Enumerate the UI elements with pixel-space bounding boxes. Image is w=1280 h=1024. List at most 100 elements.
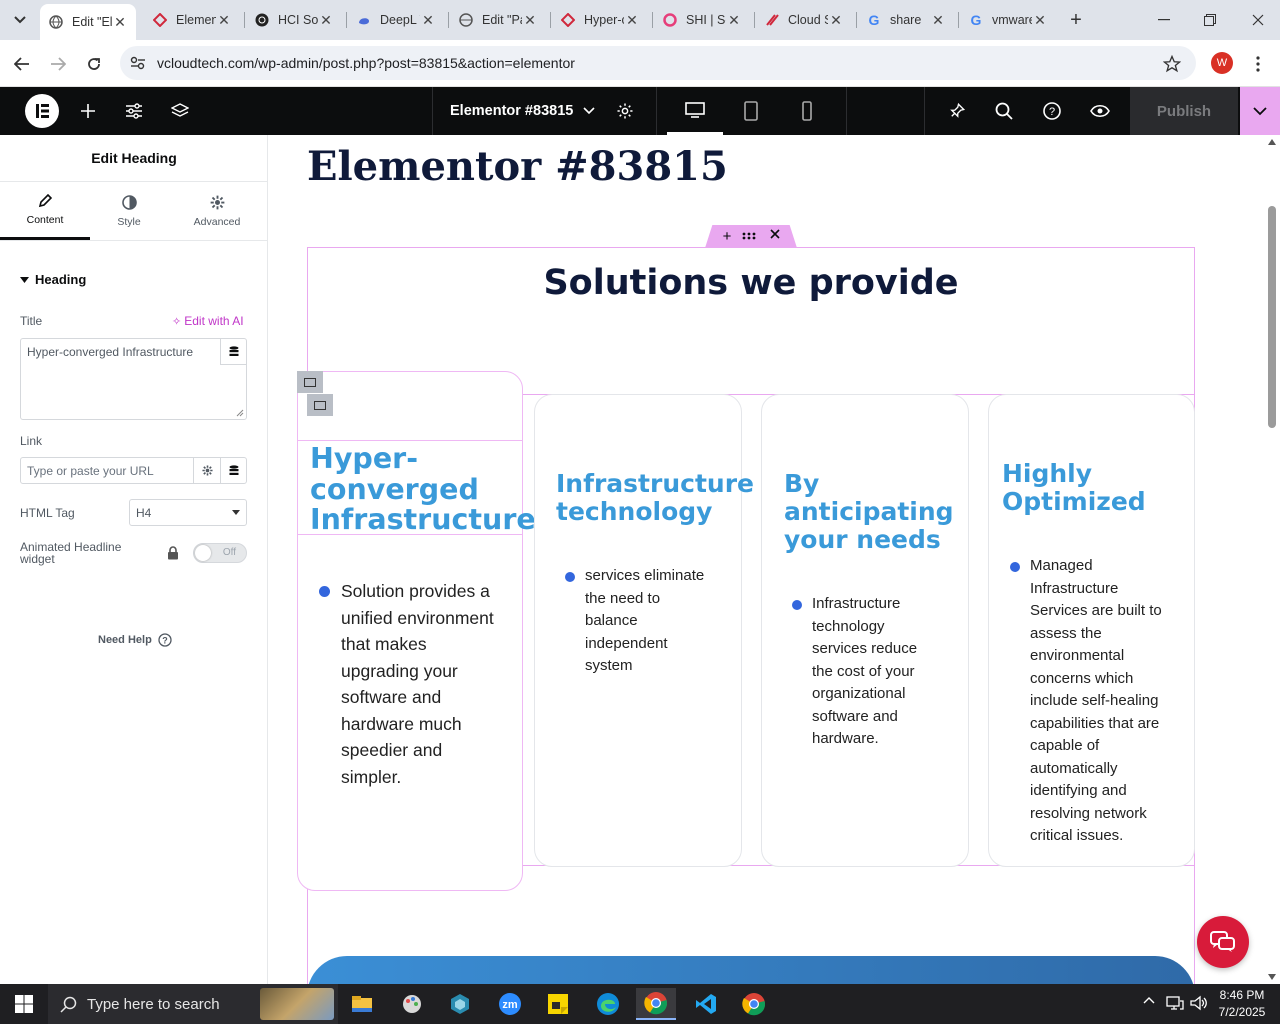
link-input[interactable]: Type or paste your URL [20, 457, 247, 484]
vscode-icon[interactable] [686, 988, 726, 1020]
text-line: services reduce [812, 640, 918, 657]
close-tab-icon[interactable]: ✕ [828, 12, 844, 28]
restore-icon[interactable] [1192, 8, 1228, 32]
dynamic-tags-icon[interactable] [220, 339, 246, 365]
column-handle-icon[interactable] [297, 371, 323, 393]
paint-tool-icon[interactable] [392, 988, 432, 1020]
elementor-logo-icon[interactable] [24, 87, 60, 135]
card-2-title[interactable]: Infrastructure technology [556, 470, 754, 526]
app-hex-icon[interactable] [440, 988, 480, 1020]
browser-tab[interactable]: Hyper-converged ✕ [552, 4, 648, 36]
text-line: Services are built to [1030, 602, 1162, 619]
close-tab-icon[interactable]: ✕ [624, 12, 640, 28]
close-tab-icon[interactable]: ✕ [216, 12, 232, 28]
tray-chevron-up-icon[interactable] [1143, 996, 1155, 1004]
desktop-view-icon[interactable] [667, 87, 723, 135]
section-heading-toggle[interactable]: Heading [20, 272, 86, 287]
browser-tab[interactable]: G share ✕ [858, 4, 954, 36]
close-tab-icon[interactable]: ✕ [930, 12, 946, 28]
dynamic-tags-icon[interactable] [220, 458, 247, 483]
card-1-title[interactable]: Hyper- converged Infrastructure [310, 443, 536, 536]
browser-tab[interactable]: Cloud Solutions ✕ [756, 4, 852, 36]
notes-pin-icon[interactable] [940, 87, 974, 135]
bookmark-star-icon[interactable] [1160, 52, 1184, 76]
structure-layers-icon[interactable] [162, 87, 198, 135]
kebab-menu-icon[interactable] [1248, 52, 1268, 76]
delete-section-icon[interactable] [770, 229, 780, 239]
tab-advanced[interactable]: Advanced [168, 182, 266, 240]
preview-eye-icon[interactable] [1083, 87, 1117, 135]
network-icon[interactable] [1166, 995, 1184, 1011]
drag-section-icon[interactable] [742, 232, 756, 240]
browser-tab[interactable]: Edit "Page" ✕ [450, 4, 546, 36]
new-tab-icon[interactable]: + [1064, 8, 1088, 32]
tab-title: SHI | Solutions [686, 13, 726, 27]
browser-tab[interactable]: HCI Solutions ✕ [246, 4, 342, 36]
back-icon[interactable] [10, 52, 34, 76]
file-explorer-icon[interactable] [342, 988, 382, 1020]
card-4-title[interactable]: Highly Optimized [1002, 460, 1146, 516]
scroll-down-icon[interactable] [1268, 974, 1276, 980]
help-circle-icon: ? [158, 633, 172, 647]
link-options-gear-icon[interactable] [193, 458, 220, 483]
minimize-icon[interactable] [1146, 8, 1182, 32]
help-icon[interactable]: ? [1035, 87, 1069, 135]
browser-tab[interactable]: Elementor ✕ [144, 4, 240, 36]
chrome-browser-icon[interactable] [636, 988, 676, 1020]
search-icon[interactable] [987, 87, 1021, 135]
close-tab-icon[interactable]: ✕ [420, 12, 436, 28]
volume-icon[interactable] [1190, 995, 1208, 1011]
browser-tab[interactable]: DeepL Translate ✕ [348, 4, 444, 36]
sticky-notes-icon[interactable] [538, 988, 578, 1020]
chat-widget-button[interactable] [1197, 916, 1249, 968]
close-tab-icon[interactable]: ✕ [112, 14, 128, 30]
card-3-title[interactable]: By anticipating your needs [784, 470, 954, 554]
edge-browser-icon[interactable] [588, 988, 628, 1020]
title-textarea[interactable]: Hyper-converged Infrastructure [20, 338, 247, 420]
close-tab-icon[interactable]: ✕ [318, 12, 334, 28]
mobile-view-icon[interactable] [779, 87, 835, 135]
profile-avatar[interactable]: W [1211, 52, 1233, 74]
site-settings-icon[interactable] [130, 56, 152, 70]
taskbar-search-box[interactable]: Type here to search [48, 984, 338, 1024]
zoom-app-icon[interactable]: zm [490, 988, 530, 1020]
tab-style[interactable]: Style [90, 182, 168, 240]
scrollbar[interactable] [1264, 135, 1280, 984]
windows-start-icon[interactable] [4, 988, 44, 1020]
link-label: Link [20, 434, 43, 448]
animated-headline-toggle[interactable]: Off [193, 543, 247, 563]
need-help-link[interactable]: Need Help ? [98, 633, 172, 647]
document-title-dropdown[interactable]: Elementor #83815 [450, 87, 600, 135]
close-tab-icon[interactable]: ✕ [726, 12, 742, 28]
animated-headline-label: Animated Headline widget [20, 540, 122, 566]
close-window-icon[interactable] [1240, 8, 1276, 32]
html-tag-select[interactable]: H4 [129, 499, 247, 526]
forward-icon[interactable] [46, 52, 70, 76]
add-element-icon[interactable] [70, 87, 106, 135]
tab-content[interactable]: Content [0, 182, 90, 240]
publish-button[interactable]: Publish [1130, 87, 1238, 135]
browser-tab[interactable]: G vmware ✕ [960, 4, 1056, 36]
close-tab-icon[interactable]: ✕ [1032, 12, 1048, 28]
scroll-up-icon[interactable] [1268, 139, 1276, 145]
add-section-icon[interactable]: + [720, 227, 734, 245]
edit-with-ai-label: Edit with AI [184, 314, 244, 328]
close-tab-icon[interactable]: ✕ [522, 12, 538, 28]
page-settings-gear-icon[interactable] [608, 87, 642, 135]
widget-handle-icon[interactable] [307, 394, 333, 416]
clock[interactable]: 8:46 PM 7/2/2025 [1212, 987, 1272, 1021]
tab-label: Content [26, 213, 64, 226]
site-settings-sliders-icon[interactable] [116, 87, 152, 135]
omnibox[interactable]: vcloudtech.com/wp-admin/post.php?post=83… [120, 46, 1196, 80]
browser-tab[interactable]: SHI | Solutions ✕ [654, 4, 750, 36]
edit-with-ai-link[interactable]: ✧ Edit with AI [172, 314, 244, 328]
chrome-browser-icon[interactable] [734, 988, 774, 1020]
publish-options-chevron-icon[interactable] [1240, 87, 1280, 135]
tab-search-icon[interactable] [8, 8, 32, 32]
scrollbar-thumb[interactable] [1268, 206, 1276, 428]
tablet-view-icon[interactable] [723, 87, 779, 135]
reload-icon[interactable] [82, 52, 106, 76]
address-bar-row: vcloudtech.com/wp-admin/post.php?post=83… [0, 40, 1280, 87]
resize-handle-icon[interactable] [236, 409, 244, 417]
browser-tab-active[interactable]: Edit "Elementor #83815" ✕ [40, 4, 136, 40]
